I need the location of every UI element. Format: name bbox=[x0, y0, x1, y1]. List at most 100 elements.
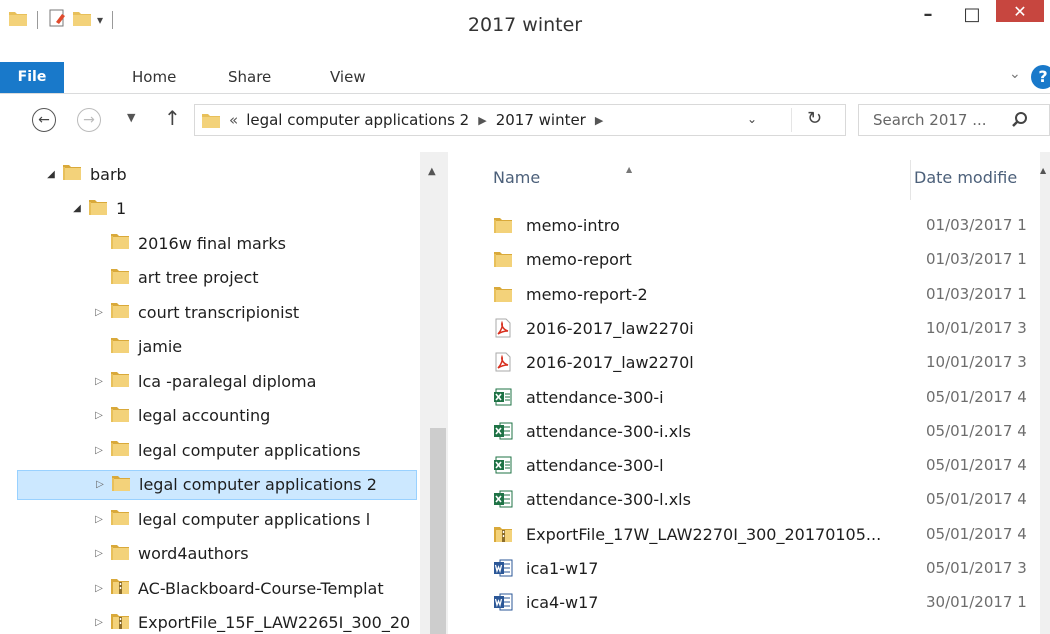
collapsed-arrow-icon[interactable]: ▷ bbox=[93, 479, 107, 490]
pdf-icon bbox=[493, 318, 513, 338]
collapsed-arrow-icon[interactable]: ▷ bbox=[92, 514, 106, 525]
breadcrumb-arrow-icon[interactable]: ▶ bbox=[595, 114, 603, 127]
folder-icon bbox=[110, 542, 130, 566]
address-dropdown-icon[interactable]: ⌄ bbox=[747, 112, 757, 126]
collapsed-arrow-icon[interactable]: ▷ bbox=[92, 376, 106, 387]
help-icon[interactable]: ? bbox=[1031, 65, 1050, 89]
tree-item[interactable]: ◢ 1 bbox=[0, 194, 420, 224]
file-name: attendance-300-i bbox=[526, 387, 664, 407]
file-row[interactable]: memo-intro 01/03/2017 1 bbox=[456, 208, 1050, 242]
file-name: memo-report bbox=[526, 250, 632, 270]
expand-ribbon-icon[interactable]: ⌄ bbox=[1009, 66, 1021, 82]
breadcrumb-arrow-icon[interactable]: ▶ bbox=[478, 114, 486, 127]
close-button[interactable]: ✕ bbox=[996, 0, 1044, 22]
close-icon: ✕ bbox=[1013, 1, 1027, 21]
back-button[interactable]: ← bbox=[32, 108, 56, 132]
tree-item[interactable]: ▷ legal computer applications l bbox=[0, 504, 420, 534]
navigation-scrollbar[interactable]: ▲ bbox=[420, 152, 448, 634]
file-row[interactable]: ica4-w17 30/01/2017 1 bbox=[456, 585, 1050, 619]
tree-item[interactable]: ▷ court transcripionist bbox=[0, 297, 420, 327]
file-name: 2016-2017_law2270l bbox=[526, 353, 694, 373]
tree-item[interactable]: art tree project bbox=[0, 263, 420, 293]
tab-file[interactable]: File bbox=[0, 62, 64, 93]
collapsed-arrow-icon[interactable]: ▷ bbox=[92, 445, 106, 456]
title-bar: ▾ 2017 winter – □ ✕ bbox=[0, 0, 1050, 62]
file-row[interactable]: ica1-w17 05/01/2017 3 bbox=[456, 551, 1050, 585]
arrow-right-icon: → bbox=[83, 112, 95, 128]
file-name: memo-report-2 bbox=[526, 284, 648, 304]
tree-item[interactable]: ▷ AC-Blackboard-Course-Templat bbox=[0, 573, 420, 603]
file-row[interactable]: attendance-300-i.xls 05/01/2017 4 bbox=[456, 414, 1050, 448]
maximize-icon: □ bbox=[963, 3, 981, 25]
breadcrumb-legal-computer-applications-2[interactable]: legal computer applications 2 bbox=[246, 111, 469, 129]
file-date-modified: 05/01/2017 4 bbox=[926, 456, 1027, 475]
tree-item[interactable]: ▷ legal computer applications 2 bbox=[17, 469, 417, 500]
expanded-arrow-icon[interactable]: ◢ bbox=[70, 203, 84, 214]
forward-button[interactable]: → bbox=[77, 108, 101, 132]
file-row[interactable]: 2016-2017_law2270l 10/01/2017 3 bbox=[456, 345, 1050, 379]
collapsed-arrow-icon[interactable]: ▷ bbox=[92, 548, 106, 559]
refresh-icon[interactable]: ↻ bbox=[807, 108, 822, 129]
collapsed-arrow-icon[interactable]: ▷ bbox=[92, 307, 106, 318]
tree-item[interactable]: jamie bbox=[0, 332, 420, 362]
tab-view[interactable]: View bbox=[330, 62, 366, 93]
scroll-up-icon[interactable]: ▲ bbox=[428, 166, 436, 177]
tree-item[interactable]: ▷ legal accounting bbox=[0, 401, 420, 431]
file-row[interactable]: ExportFile_17W_LAW2270I_300_20170105... 0… bbox=[456, 517, 1050, 551]
column-header-name[interactable]: Name bbox=[493, 152, 540, 202]
folder-icon bbox=[88, 197, 108, 221]
tree-item[interactable]: ▷ lca -paralegal diploma bbox=[0, 366, 420, 396]
tree-item-label: art tree project bbox=[138, 268, 259, 287]
search-icon[interactable] bbox=[1011, 111, 1029, 133]
expanded-arrow-icon[interactable]: ◢ bbox=[44, 169, 58, 180]
folder-icon bbox=[110, 300, 130, 324]
breadcrumb-2017-winter[interactable]: 2017 winter bbox=[496, 111, 586, 129]
tree-item[interactable]: ▷ legal computer applications bbox=[0, 435, 420, 465]
file-date-modified: 30/01/2017 1 bbox=[926, 593, 1027, 612]
search-input[interactable]: Search 2017 ... bbox=[858, 104, 1050, 136]
maximize-button[interactable]: □ bbox=[950, 0, 994, 28]
up-button[interactable]: ↑ bbox=[164, 106, 181, 130]
file-row[interactable]: attendance-300-l.xls 05/01/2017 4 bbox=[456, 482, 1050, 516]
collapsed-arrow-icon[interactable]: ▷ bbox=[92, 410, 106, 421]
collapsed-arrow-icon[interactable]: ▷ bbox=[92, 617, 106, 628]
tree-item[interactable]: 2016w final marks bbox=[0, 228, 420, 258]
folder-icon bbox=[493, 249, 513, 269]
tree-item[interactable]: ◢ barb bbox=[0, 159, 420, 189]
word-icon bbox=[493, 592, 513, 612]
column-header-date-modified[interactable]: Date modifie bbox=[914, 152, 1017, 202]
excel-icon bbox=[493, 489, 513, 509]
sort-ascending-icon: ▲ bbox=[626, 165, 633, 174]
tree-item-label: word4authors bbox=[138, 544, 249, 563]
excel-icon bbox=[493, 421, 513, 441]
scrollbar-thumb[interactable] bbox=[430, 428, 446, 634]
tree-item[interactable]: ▷ ExportFile_15F_LAW2265I_300_20 bbox=[0, 608, 420, 634]
file-name: ica4-w17 bbox=[526, 593, 599, 613]
file-row[interactable]: memo-report 01/03/2017 1 bbox=[456, 242, 1050, 276]
breadcrumb-overflow[interactable]: « bbox=[229, 111, 238, 129]
collapsed-arrow-icon[interactable]: ▷ bbox=[92, 583, 106, 594]
tree-item-label: 1 bbox=[116, 199, 127, 218]
file-row[interactable]: attendance-300-i 05/01/2017 4 bbox=[456, 380, 1050, 414]
recent-locations-icon[interactable]: ▼ bbox=[127, 111, 135, 124]
zip-folder-icon bbox=[110, 576, 130, 600]
file-name: attendance-300-l.xls bbox=[526, 490, 691, 510]
scroll-up-icon[interactable]: ▲ bbox=[1040, 166, 1046, 175]
file-date-modified: 01/03/2017 1 bbox=[926, 284, 1027, 303]
file-date-modified: 05/01/2017 4 bbox=[926, 421, 1027, 440]
tab-home[interactable]: Home bbox=[132, 62, 176, 93]
file-row[interactable]: 2016-2017_law2270i 10/01/2017 3 bbox=[456, 311, 1050, 345]
file-row[interactable]: attendance-300-l 05/01/2017 4 bbox=[456, 448, 1050, 482]
minimize-button[interactable]: – bbox=[906, 0, 950, 28]
tree-item-label: jamie bbox=[138, 337, 183, 356]
word-icon bbox=[493, 558, 513, 578]
folder-icon bbox=[110, 231, 130, 255]
column-divider[interactable] bbox=[910, 160, 911, 200]
file-row[interactable]: memo-report-2 01/03/2017 1 bbox=[456, 277, 1050, 311]
folder-icon bbox=[62, 162, 82, 186]
tree-item[interactable]: ▷ word4authors bbox=[0, 539, 420, 569]
address-bar[interactable]: « legal computer applications 2 ▶ 2017 w… bbox=[194, 104, 846, 136]
tab-share[interactable]: Share bbox=[228, 62, 271, 93]
ribbon: File Home Share View ⌄ ? bbox=[0, 62, 1050, 94]
file-date-modified: 05/01/2017 4 bbox=[926, 524, 1027, 543]
